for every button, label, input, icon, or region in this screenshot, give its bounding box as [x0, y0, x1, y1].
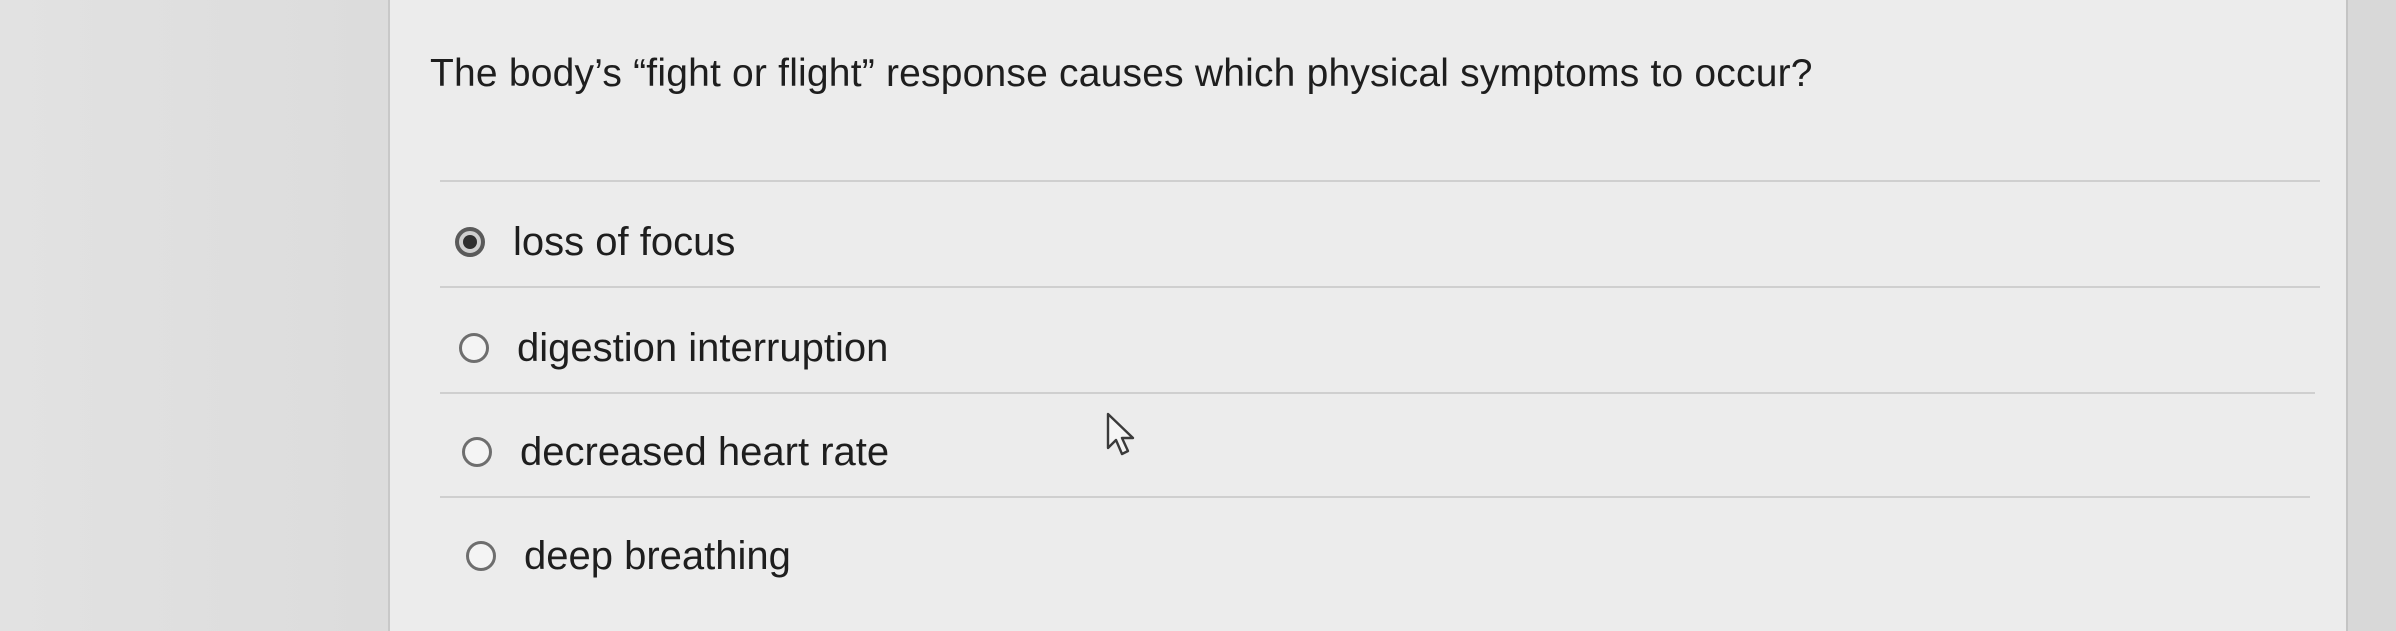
- option-loss-of-focus[interactable]: loss of focus: [455, 212, 735, 272]
- radio-unselected-icon[interactable]: [466, 541, 496, 571]
- option-deep-breathing[interactable]: deep breathing: [466, 526, 791, 586]
- divider: [440, 286, 2320, 288]
- page: The body’s “fight or flight” response ca…: [0, 0, 2396, 631]
- mouse-pointer-arrow-icon: [1106, 412, 1135, 456]
- option-label: deep breathing: [524, 533, 791, 578]
- option-label: decreased heart rate: [520, 429, 890, 474]
- radio-unselected-icon[interactable]: [462, 437, 492, 467]
- option-decreased-heart-rate[interactable]: decreased heart rate: [462, 422, 889, 482]
- radio-selected-icon[interactable]: [455, 227, 485, 257]
- divider: [440, 180, 2320, 182]
- option-label: digestion interruption: [517, 325, 889, 370]
- question-text: The body’s “fight or flight” response ca…: [430, 52, 1813, 95]
- radio-unselected-icon[interactable]: [459, 333, 489, 363]
- radio-dot: [463, 235, 477, 249]
- divider: [440, 392, 2315, 394]
- option-label: loss of focus: [513, 219, 736, 264]
- option-digestion-interruption[interactable]: digestion interruption: [459, 318, 888, 378]
- divider: [440, 496, 2310, 498]
